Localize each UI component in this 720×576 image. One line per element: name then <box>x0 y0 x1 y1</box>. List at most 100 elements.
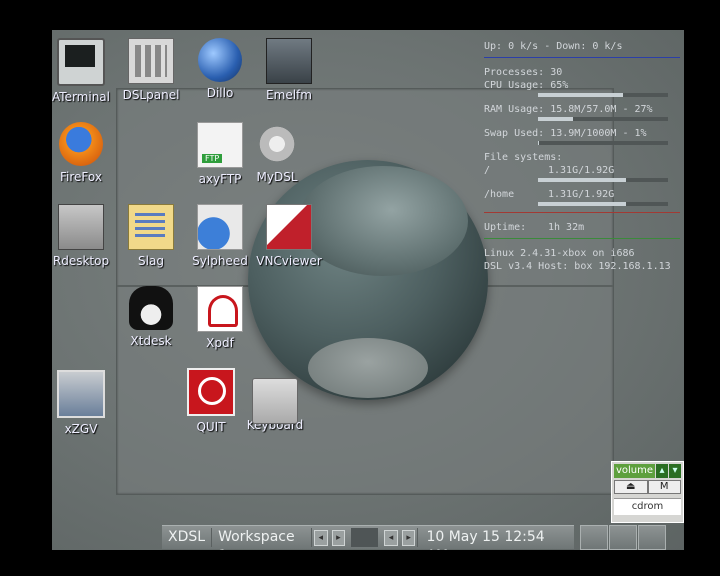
fs-home-row: /home 1.31G/1.92G <box>484 188 680 201</box>
monitor-rule-red <box>484 212 680 213</box>
fs-home-bar <box>538 202 668 206</box>
task-next-button[interactable]: ▸ <box>401 529 416 546</box>
filesystems-title: File systems: <box>484 152 563 163</box>
desktop-icon-firefox[interactable]: FireFox <box>52 122 116 184</box>
terminal-icon <box>57 38 105 86</box>
fs-root-label: / <box>484 165 491 176</box>
firefox-icon <box>59 122 103 166</box>
cdrom-label[interactable]: cdrom <box>614 498 681 515</box>
ftp-document-icon <box>197 122 243 168</box>
file-cabinet-icon <box>266 38 312 84</box>
desktop: ATerminal DSLpanel Dillo Emelfm FireFox … <box>52 30 684 550</box>
fs-home-label: /home <box>484 189 515 200</box>
workspace-pager[interactable] <box>351 528 379 547</box>
desktop-icon-emelfm[interactable]: Emelfm <box>254 38 324 102</box>
icon-label: xZGV <box>64 422 98 436</box>
eject-button[interactable]: ⏏ <box>614 480 648 494</box>
cpu-usage: CPU Usage: 65% <box>484 80 569 91</box>
vnc-icon <box>266 204 312 250</box>
host-info: DSL v3.4 Host: box 192.168.1.13 <box>484 261 671 272</box>
keyboard-icon <box>252 378 298 424</box>
icon-label: Xpdf <box>206 336 234 350</box>
swap-bar-fill <box>538 141 540 145</box>
tray-slot-3[interactable] <box>638 525 666 550</box>
icon-label: FireFox <box>60 170 102 184</box>
start-menu-button[interactable]: XDSL <box>162 528 213 547</box>
power-icon <box>187 368 235 416</box>
icon-label: DSLpanel <box>122 88 180 102</box>
desktop-icon-mydsl[interactable]: MyDSL <box>242 122 312 184</box>
wallpaper-sphere <box>248 160 488 400</box>
icon-label: QUIT <box>196 420 226 434</box>
volume-dock: volume ▴ ▾ ⏏ M cdrom <box>611 461 684 523</box>
pdf-icon <box>197 286 243 332</box>
mute-button[interactable]: M <box>647 480 681 494</box>
desktop-icon-dillo[interactable]: Dillo <box>185 38 255 100</box>
monitor-rule-blue <box>484 57 680 58</box>
fs-root-row: / 1.31G/1.92G <box>484 164 680 177</box>
workspace-next-button[interactable]: ▸ <box>331 529 346 546</box>
sphere-underside <box>308 338 428 398</box>
volume-control: volume ▴ ▾ <box>614 464 681 478</box>
task-prev-button[interactable]: ◂ <box>384 529 398 546</box>
icon-label: Emelfm <box>266 88 312 102</box>
cd-controls: ⏏ M <box>614 480 681 494</box>
desktop-icon-vncviewer[interactable]: VNCviewer <box>254 204 324 268</box>
icon-label: Sylpheed <box>192 254 248 268</box>
browser-globe-icon <box>198 38 242 82</box>
cpu-bar <box>538 93 668 97</box>
tray-slot-1[interactable] <box>580 525 608 550</box>
volume-up-button[interactable]: ▴ <box>656 464 668 478</box>
mail-envelope-icon <box>197 204 243 250</box>
penguin-icon <box>129 286 173 330</box>
volume-down-button[interactable]: ▾ <box>669 464 681 478</box>
cpu-bar-fill <box>538 93 623 97</box>
taskbar: XDSL Workspace 1 ◂ ▸ ◂ ▸ 10 May 15 12:54… <box>162 525 574 550</box>
icon-label: ATerminal <box>52 90 110 104</box>
swap-bar <box>538 141 668 145</box>
uptime-row: Uptime: 1h 32m <box>484 221 680 234</box>
desktop-icon-rdesktop[interactable]: Rdesktop <box>52 204 116 268</box>
desktop-icon-slag[interactable]: Slag <box>116 204 186 268</box>
icon-label: Xtdesk <box>130 334 172 348</box>
ram-bar-fill <box>538 117 574 121</box>
gears-icon <box>255 122 299 166</box>
uptime-label: Uptime: <box>484 222 527 233</box>
notepad-icon <box>128 204 174 250</box>
fs-home-value: 1.31G/1.92G <box>548 189 615 200</box>
network-speed: Up: 0 k/s - Down: 0 k/s <box>484 41 623 52</box>
swap-usage: Swap Used: 13.9M/1000M - 1% <box>484 128 647 139</box>
desktop-icon-xzgv[interactable]: xZGV <box>52 370 116 436</box>
desktop-icon-xpdf[interactable]: Xpdf <box>185 286 255 350</box>
desktop-icon-aterminal[interactable]: ATerminal <box>52 38 116 104</box>
fs-root-value: 1.31G/1.92G <box>548 165 615 176</box>
clock: 10 May 15 12:54 AM <box>417 528 574 550</box>
tray-slot-2[interactable] <box>609 525 637 550</box>
workspace-label[interactable]: Workspace 1 <box>212 528 312 550</box>
desktop-icon-sylpheed[interactable]: Sylpheed <box>185 204 255 268</box>
workspace-prev-button[interactable]: ◂ <box>313 529 328 546</box>
desktop-icon-dslpanel[interactable]: DSLpanel <box>116 38 186 102</box>
icon-label: VNCviewer <box>256 254 322 268</box>
icon-label: Slag <box>138 254 164 268</box>
icon-label: Rdesktop <box>52 254 110 268</box>
desktop-icon-keyboard[interactable]: Keyboard <box>240 368 310 432</box>
desktop-icon-quit[interactable]: QUIT <box>176 368 246 434</box>
control-panel-icon <box>128 38 174 84</box>
volume-label: volume <box>614 464 655 478</box>
image-viewer-icon <box>57 370 105 418</box>
computer-icon <box>58 204 104 250</box>
desktop-icon-xtdesk[interactable]: Xtdesk <box>116 286 186 348</box>
fs-root-bar <box>538 178 668 182</box>
ram-usage: RAM Usage: 15.8M/57.0M - 27% <box>484 104 653 115</box>
fs-root-bar-fill <box>538 178 627 182</box>
monitor-rule-green <box>484 238 680 239</box>
uptime-value: 1h 32m <box>548 222 585 233</box>
process-count: Processes: 30 <box>484 67 563 78</box>
kernel-info: Linux 2.4.31-xbox on i686 <box>484 248 635 259</box>
ram-bar <box>538 117 668 121</box>
icon-label: Dillo <box>206 86 234 100</box>
system-monitor: Up: 0 k/s - Down: 0 k/s Processes: 30 CP… <box>484 40 680 273</box>
fs-home-bar-fill <box>538 202 627 206</box>
icon-label: MyDSL <box>256 170 298 184</box>
